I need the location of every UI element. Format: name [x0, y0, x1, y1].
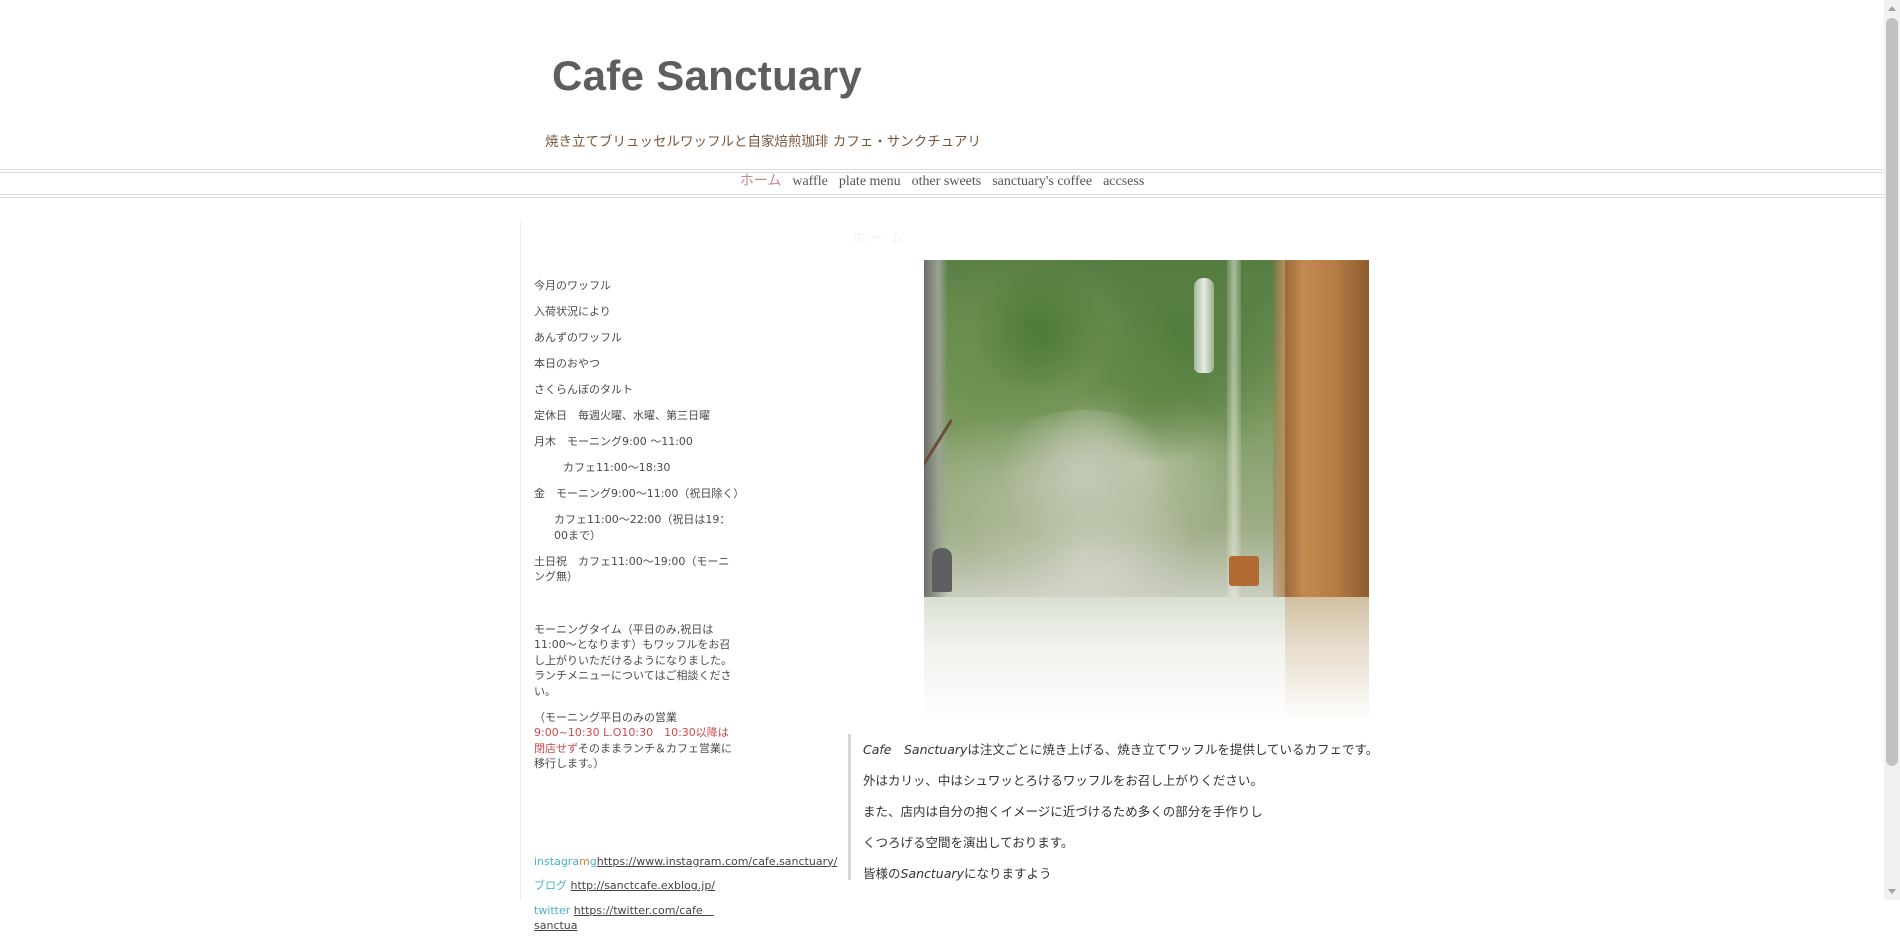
- content-line-1-text: は注文ごとに焼き上げる、焼き立てワッフルを提供しているカフェです。: [967, 742, 1379, 757]
- sidebar-instagram-row: instagramghttps://www.instagram.com/cafe…: [534, 854, 837, 870]
- hero-image-reflection: [924, 597, 1369, 722]
- hero-wood-edge: [1273, 260, 1285, 597]
- sidebar-todays-snack-name: さくらんぼのタルト: [534, 383, 633, 396]
- sidebar: 今月のワッフル 入荷状況により あんずのワッフル 本日のおやつ さくらんぼのタル…: [534, 278, 837, 943]
- site-title[interactable]: Cafe Sanctuary: [552, 52, 862, 100]
- sidebar-left-border: [520, 222, 521, 900]
- content-line-2: 外はカリッ、中はシュワッとろけるワッフルをお召し上がりください。: [863, 773, 1263, 788]
- sidebar-stock-note: 入荷状況により: [534, 305, 611, 318]
- content-line-5: 皆様のSanctuaryになりますよう: [863, 858, 1383, 889]
- main-content: Cafe Sanctuaryは注文ごとに焼き上げる、焼き立てワッフルを提供してい…: [848, 734, 1383, 881]
- content-sanctuary-word: Sanctuary: [900, 866, 964, 881]
- sidebar-morning-hours: （モーニング平日のみの営業 9:00~10:30 L.O10:30 10:30以…: [534, 710, 739, 772]
- nav-item-waffle[interactable]: waffle: [792, 172, 828, 192]
- sidebar-morning-note: モーニングタイム（平日のみ,祝日は11:00～となります）もワッフルをお召し上が…: [534, 622, 732, 698]
- sidebar-twitter-row: twitter https://twitter.com/cafe＿sanctua: [534, 903, 739, 934]
- content-line-4: くつろげる空間を演出しております。: [863, 835, 1074, 850]
- sidebar-hours-weekend: 土日祝 カフェ11:00～19:00（モーニング無）: [534, 554, 730, 584]
- instagram-link[interactable]: https://www.instagram.com/cafe.sanctuary…: [597, 855, 838, 868]
- nav-item-other-sweets[interactable]: other sweets: [912, 172, 982, 192]
- scrollbar-thumb[interactable]: [1886, 18, 1898, 766]
- hero-wood-wall: [1285, 260, 1369, 597]
- sidebar-hours-mon-thu-morning: 月木 モーニング9:00 ～11:00: [534, 435, 693, 448]
- sidebar-todays-snack-heading: 本日のおやつ: [534, 357, 600, 370]
- nav-item-sanctuarys-coffee[interactable]: sanctuary's coffee: [992, 172, 1092, 192]
- twitter-label: twitter: [534, 903, 571, 917]
- content-cafe-name: Cafe Sanctuary: [863, 742, 968, 757]
- hero-window-pillar: [1227, 260, 1241, 597]
- sidebar-hours-fri-cafe: カフェ11:00～22:00（祝日は19：00まで）: [554, 513, 731, 542]
- vertical-scrollbar[interactable]: [1884, 0, 1900, 900]
- sidebar-hours-mon-thu-cafe: カフェ11:00～18:30: [563, 461, 671, 474]
- sidebar-blog-row: ブログ http://sanctcafe.exblog.jp/: [534, 878, 739, 894]
- nav-item-home[interactable]: ホーム: [740, 172, 782, 192]
- scroll-up-arrow-icon[interactable]: [1888, 6, 1896, 11]
- hero-reflection-wood: [1285, 597, 1369, 722]
- content-line-5-suffix: になりますよう: [963, 866, 1052, 881]
- nav-item-plate-menu[interactable]: plate menu: [839, 172, 901, 192]
- instagram-label: instagra: [534, 854, 580, 868]
- hero-flower-pot: [1229, 556, 1259, 586]
- blog-label: ブログ: [534, 879, 567, 892]
- scroll-down-arrow-icon[interactable]: [1888, 889, 1896, 894]
- nav-bottom-border-inner: [0, 197, 1884, 198]
- main-navigation: ホーム waffle plate menu other sweets sanct…: [0, 172, 1884, 192]
- sidebar-monthly-waffle-name: あんずのワッフル: [534, 331, 622, 344]
- sidebar-monthly-waffle-heading: 今月のワッフル: [534, 279, 611, 292]
- content-line-3: また、店内は自分の抱くイメージに近づけるため多くの部分を手作りし: [863, 804, 1263, 819]
- nav-bottom-border: [0, 194, 1884, 195]
- site-tagline: 焼き立てブリュッセルワッフルと自家焙煎珈琲 カフェ・サンクチュアリ: [545, 134, 982, 150]
- content-line-1: Cafe Sanctuaryは注文ごとに焼き上げる、焼き立てワッフルを提供してい…: [863, 734, 1383, 765]
- nav-item-access[interactable]: accsess: [1103, 172, 1144, 192]
- instagram-label-tail: g: [589, 854, 597, 868]
- nav-top-border: [0, 169, 1884, 170]
- hero-image-cafe-window: [924, 260, 1369, 597]
- sidebar-hours-fri-morning: 金 モーニング9:00～11:00（祝日除く）: [534, 487, 745, 500]
- sidebar-closed-days: 定休日 毎週火曜、水曜、第三日曜: [534, 409, 710, 422]
- hero-hanging-lamp: [1194, 278, 1214, 373]
- instagram-label-accent: m: [579, 854, 590, 868]
- content-line-5-prefix: 皆様の: [863, 866, 901, 881]
- blog-link[interactable]: http://sanctcafe.exblog.jp/: [571, 879, 716, 892]
- hero-foliage: [984, 410, 1184, 540]
- hero-bollard: [932, 548, 952, 592]
- page-heading-faint: ホーム: [852, 231, 909, 247]
- sidebar-morning-hours-prefix: （モーニング平日のみの営業: [534, 710, 677, 724]
